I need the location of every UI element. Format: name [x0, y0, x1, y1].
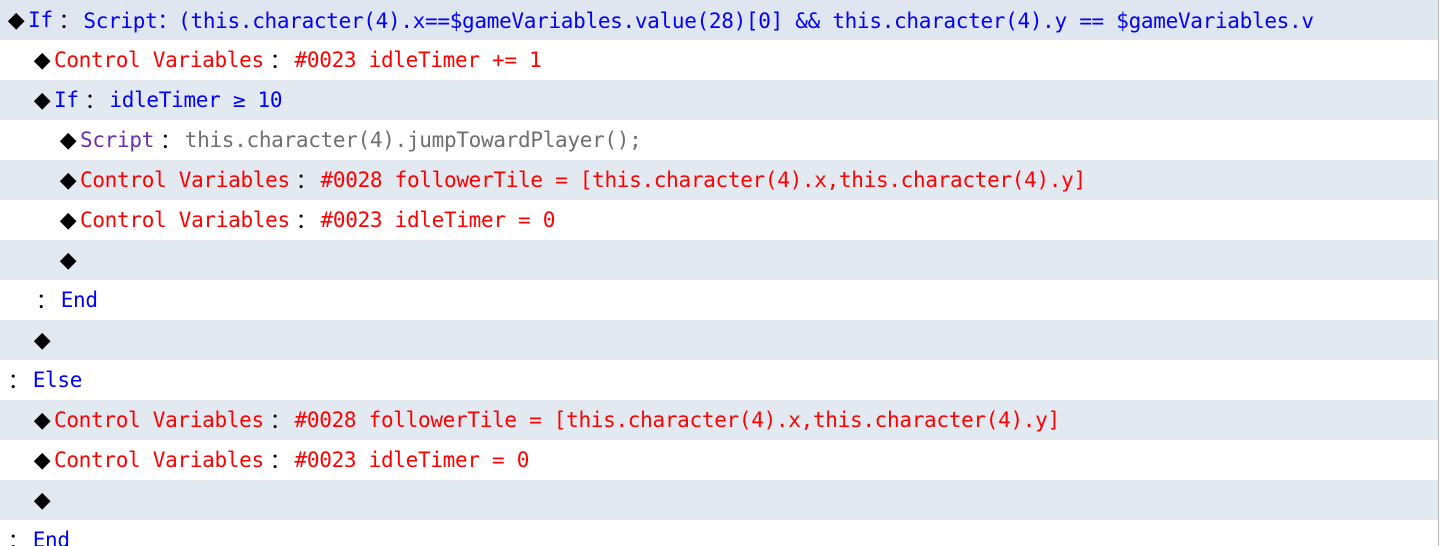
command-marker-icon: ◆: [7, 7, 25, 33]
command-argument: this.character(4).jumpTowardPlayer();: [184, 128, 642, 152]
command-marker-icon: ◆: [33, 487, 51, 513]
command-marker-icon: ◆: [59, 167, 77, 193]
command-name: Control Variables: [54, 408, 264, 432]
command-marker-icon: ◆: [33, 47, 51, 73]
command-marker-icon: ◆: [33, 327, 51, 353]
command-name: End: [32, 528, 70, 546]
command-marker-icon: ◆: [33, 447, 51, 473]
event-command-row[interactable]: ◆ Control Variables ： #0023 idleTimer = …: [0, 440, 1438, 480]
command-separator: ：: [160, 129, 181, 153]
command-separator: ：: [269, 49, 291, 73]
event-command-row-empty[interactable]: ◆: [0, 320, 1438, 360]
event-command-row[interactable]: ◆ Control Variables ： #0023 idleTimer = …: [0, 200, 1438, 240]
event-command-row[interactable]: ◆ Control Variables ： #0023 idleTimer +=…: [0, 40, 1438, 80]
event-command-row[interactable]: ◆ Control Variables ： #0028 followerTile…: [0, 160, 1438, 200]
command-separator: ：: [295, 209, 317, 233]
command-name: End: [60, 288, 98, 312]
command-argument: #0028 followerTile = [this.character(4).…: [294, 408, 1061, 432]
command-name: If: [54, 88, 79, 112]
event-command-list[interactable]: ◆ If ： Script：(this.character(4).x==$gam…: [0, 0, 1448, 546]
event-command-row[interactable]: ： Else: [0, 360, 1438, 400]
command-argument: #0023 idleTimer = 0: [320, 208, 556, 232]
command-separator: ：: [58, 9, 80, 33]
command-name: Else: [32, 368, 83, 392]
command-separator: ：: [36, 289, 57, 313]
command-argument: #0023 idleTimer += 1: [294, 48, 542, 72]
command-marker-icon: ◆: [59, 247, 77, 273]
command-name: If: [28, 8, 53, 32]
command-separator: ：: [8, 369, 29, 393]
event-command-row[interactable]: ◆ If ： Script：(this.character(4).x==$gam…: [0, 0, 1438, 40]
command-separator: ：: [269, 449, 291, 473]
command-marker-icon: ◆: [59, 207, 77, 233]
command-name: Control Variables: [80, 168, 290, 192]
command-argument: idleTimer ≥ 10: [109, 88, 283, 112]
command-argument: Script：(this.character(4).x==$gameVariab…: [83, 9, 1314, 33]
event-command-row[interactable]: ： End: [0, 280, 1438, 320]
vertical-scrollbar[interactable]: [1438, 0, 1448, 546]
command-argument: #0028 followerTile = [this.character(4).…: [320, 168, 1087, 192]
command-marker-icon: ◆: [59, 127, 77, 153]
command-name: Control Variables: [54, 448, 264, 472]
command-name: Control Variables: [54, 48, 264, 72]
command-name: Control Variables: [80, 208, 290, 232]
command-name: Script: [80, 128, 155, 152]
command-separator: ：: [8, 529, 29, 546]
event-command-row-empty[interactable]: ◆: [0, 480, 1438, 520]
command-separator: ：: [84, 89, 106, 113]
event-command-row[interactable]: ◆ Script ： this.character(4).jumpTowardP…: [0, 120, 1438, 160]
event-command-row[interactable]: ◆ If ： idleTimer ≥ 10: [0, 80, 1438, 120]
command-argument: #0023 idleTimer = 0: [294, 448, 530, 472]
event-command-row[interactable]: ： End: [0, 520, 1438, 546]
command-marker-icon: ◆: [33, 407, 51, 433]
command-separator: ：: [295, 169, 317, 193]
command-marker-icon: ◆: [33, 87, 51, 113]
command-separator: ：: [269, 409, 291, 433]
event-command-row-empty[interactable]: ◆: [0, 240, 1438, 280]
event-command-row[interactable]: ◆ Control Variables ： #0028 followerTile…: [0, 400, 1438, 440]
